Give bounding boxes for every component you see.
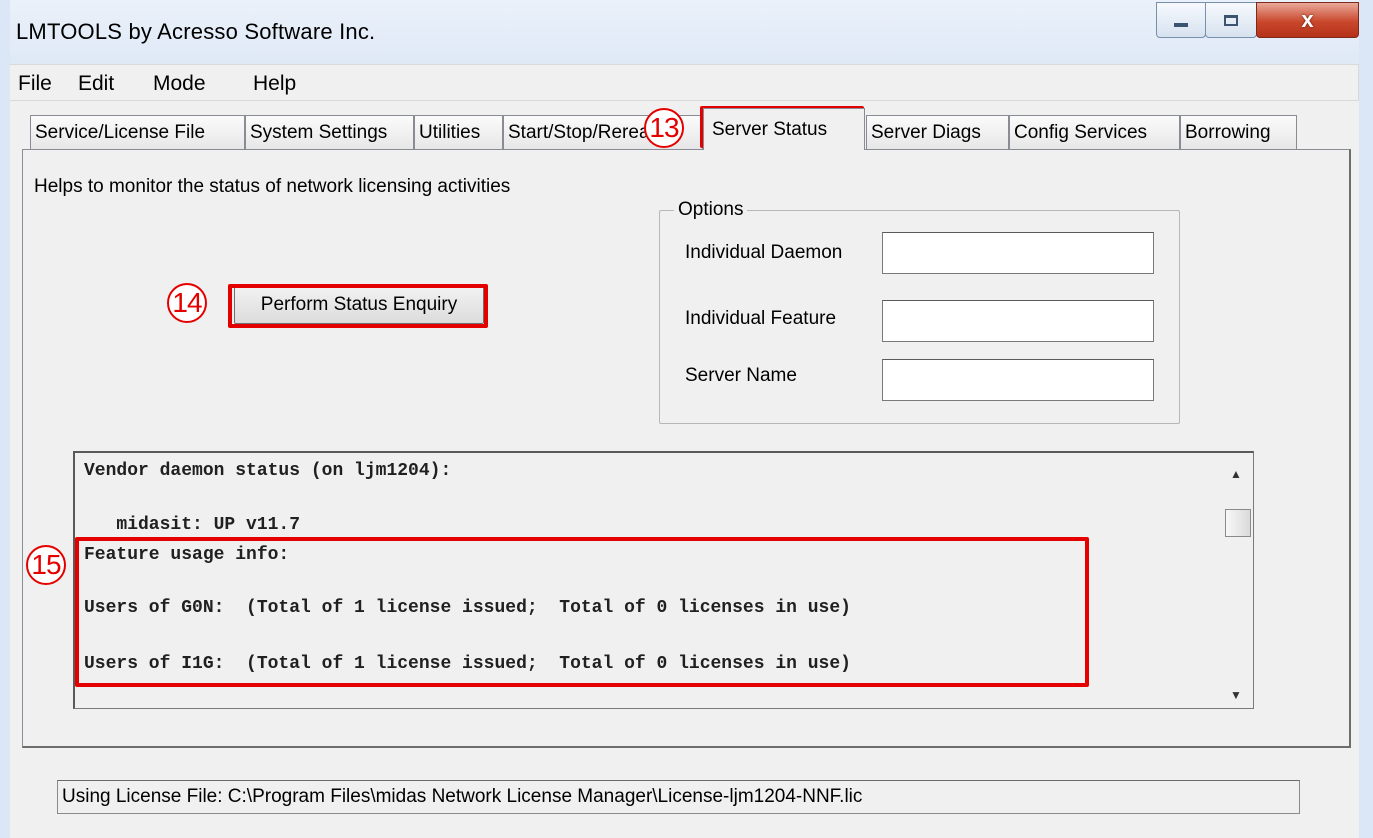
menu-bar: File Edit Mode Help: [10, 64, 1359, 101]
maximize-button[interactable]: [1205, 2, 1257, 38]
title-bar[interactable]: LMTOOLS by Acresso Software Inc. x: [10, 0, 1359, 65]
individual-feature-label: Individual Feature: [685, 308, 837, 329]
output-line: Vendor daemon status (on ljm1204):: [84, 461, 452, 481]
menu-file[interactable]: File: [18, 72, 52, 96]
description-text: Helps to monitor the status of network l…: [34, 176, 511, 197]
scroll-thumb[interactable]: [1225, 509, 1251, 537]
lmtools-window: LMTOOLS by Acresso Software Inc. x File …: [0, 0, 1373, 838]
tab-server-diags[interactable]: Server Diags: [866, 115, 1009, 149]
minimize-icon: [1174, 23, 1188, 27]
tab-server-status[interactable]: Server Status: [703, 108, 865, 150]
tab-system-settings[interactable]: System Settings: [245, 115, 414, 149]
tab-config-services[interactable]: Config Services: [1009, 115, 1180, 149]
individual-daemon-label: Individual Daemon: [685, 242, 843, 263]
scroll-up-arrow-icon[interactable]: ▲: [1230, 467, 1242, 481]
scroll-down-arrow-icon[interactable]: ▼: [1230, 688, 1242, 702]
window-title: LMTOOLS by Acresso Software Inc.: [16, 19, 376, 44]
menu-help[interactable]: Help: [253, 72, 296, 96]
close-button[interactable]: x: [1256, 2, 1359, 38]
output-line: midasit: UP v11.7: [84, 515, 301, 535]
maximize-icon: [1224, 14, 1238, 26]
individual-feature-input[interactable]: [882, 300, 1154, 342]
close-icon: x: [1301, 7, 1314, 32]
window-left-border: [0, 0, 10, 838]
menu-mode[interactable]: Mode: [153, 72, 206, 96]
individual-daemon-input[interactable]: [882, 232, 1154, 274]
output-scrollbar[interactable]: [1222, 455, 1252, 706]
menu-edit[interactable]: Edit: [78, 72, 114, 96]
tab-borrowing[interactable]: Borrowing: [1180, 115, 1297, 149]
tab-utilities[interactable]: Utilities: [414, 115, 503, 149]
tab-service-license-file[interactable]: Service/License File: [30, 115, 245, 149]
highlight-feature-usage: [75, 537, 1089, 687]
server-name-label: Server Name: [685, 365, 797, 386]
callout-13: 13: [644, 108, 684, 148]
options-title: Options: [674, 199, 748, 221]
window-right-border: [1359, 0, 1373, 838]
callout-15: 15: [26, 545, 66, 585]
minimize-button[interactable]: [1156, 2, 1206, 38]
callout-14: 14: [167, 283, 207, 323]
status-bar: Using License File: C:\Program Files\mid…: [57, 780, 1300, 814]
server-name-input[interactable]: [882, 359, 1154, 401]
highlight-perform-button: [228, 284, 488, 328]
